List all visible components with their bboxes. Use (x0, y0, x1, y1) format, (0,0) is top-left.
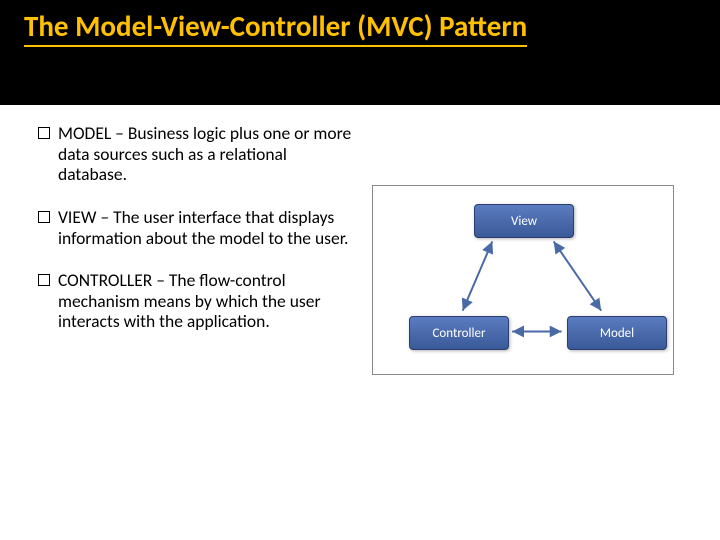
slide-title: The Model-View-Controller (MVC) Pattern (24, 10, 527, 47)
bullet-list: MODEL – Business logic plus one or more … (38, 123, 358, 375)
checkbox-icon (38, 127, 50, 139)
list-item: VIEW – The user interface that displays … (38, 207, 358, 248)
checkbox-icon (38, 211, 50, 223)
mvc-diagram: View Controller Model (372, 185, 674, 375)
bullet-text: CONTROLLER – The flow-control mechanism … (58, 270, 358, 332)
title-bar: The Model-View-Controller (MVC) Pattern (0, 0, 720, 105)
content-area: MODEL – Business logic plus one or more … (0, 105, 720, 375)
list-item: MODEL – Business logic plus one or more … (38, 123, 358, 185)
diagram-box-model: Model (567, 316, 667, 350)
bullet-text: MODEL – Business logic plus one or more … (58, 123, 358, 185)
checkbox-icon (38, 274, 50, 286)
list-item: CONTROLLER – The flow-control mechanism … (38, 270, 358, 332)
diagram-box-view: View (474, 204, 574, 238)
diagram-box-controller: Controller (409, 316, 509, 350)
bullet-text: VIEW – The user interface that displays … (58, 207, 358, 248)
diagram-area: View Controller Model (372, 123, 700, 375)
